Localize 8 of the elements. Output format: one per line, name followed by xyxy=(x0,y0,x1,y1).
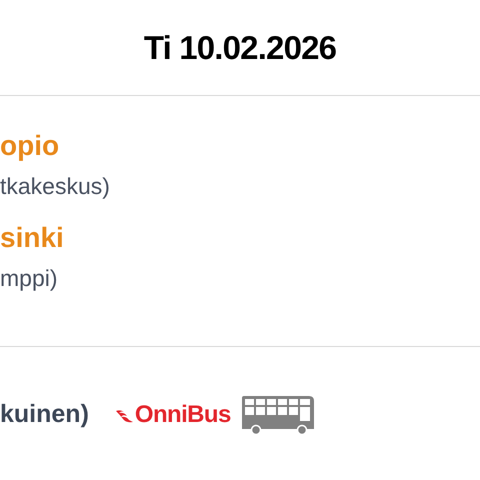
station-name: tkakeskus) xyxy=(0,172,111,200)
operator-logo: OnniBus xyxy=(134,400,231,430)
trip-type: kuinen) xyxy=(0,399,89,430)
station-name: mppi) xyxy=(0,264,59,292)
city-name: opio xyxy=(0,130,60,162)
bus-icon xyxy=(240,395,317,435)
city-name: sinki xyxy=(0,222,65,254)
date-title: Ti 10.02.2026 xyxy=(144,28,336,68)
